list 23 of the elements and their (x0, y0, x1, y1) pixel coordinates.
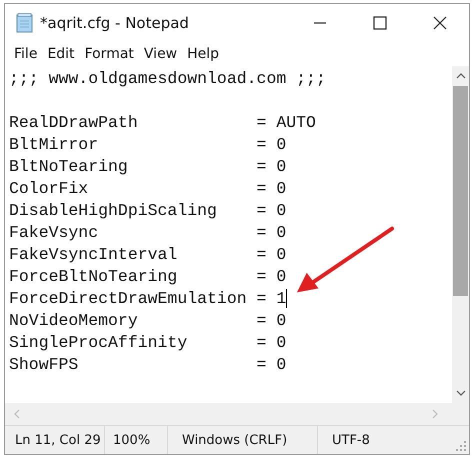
menu-item[interactable]: View (138, 46, 182, 62)
text-line: ForceDirectDrawEmulation = 1 (9, 288, 288, 310)
text-line: RealDDrawPath = AUTO (9, 112, 317, 134)
text-line: SingleProcAffinity = 0 (9, 332, 288, 354)
status-text: 100% (105, 426, 168, 454)
text-line: FakeVsync = 0 (9, 222, 288, 244)
window-title: *aqrit.cfg - Notepad (40, 14, 189, 32)
text-line: ;;; www.oldgamesdownload.com ;;; (9, 68, 327, 90)
menu-item[interactable]: File (9, 46, 42, 62)
text-line: ColorFix = 0 (9, 178, 288, 200)
menu-item[interactable]: Edit (42, 46, 80, 62)
text-line: ShowFPS = 0 (9, 354, 288, 376)
status-text: Windows (CRLF) (168, 426, 318, 454)
text-line: BltNoTearing = 0 (9, 156, 288, 178)
status-text: UTF-8 (331, 432, 371, 450)
text-line: NoVideoMemory = 0 (9, 310, 288, 332)
menu-item[interactable]: Help (182, 46, 224, 62)
status-text: Ln 11, Col 29 (5, 426, 105, 454)
text-line: ForceBltNoTearing = 0 (9, 266, 288, 288)
text-line: BltMirror = 0 (9, 134, 288, 156)
menu-item[interactable]: Format (80, 46, 139, 62)
text-line: DisableHighDpiScaling = 0 (9, 200, 288, 222)
text-line: FakeVsyncInterval = 0 (9, 244, 288, 266)
